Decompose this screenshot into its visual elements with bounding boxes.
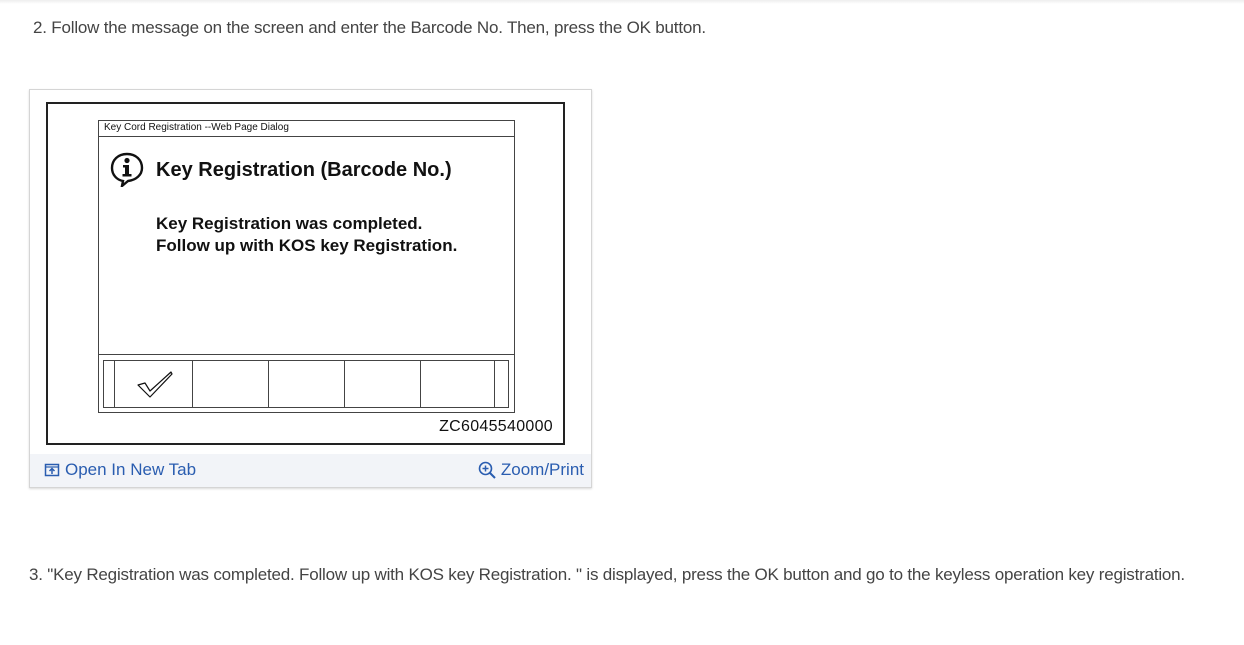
- open-in-new-tab-link[interactable]: Open In New Tab: [44, 460, 196, 480]
- blank-button-5: [421, 361, 495, 407]
- info-icon: [110, 152, 144, 187]
- blank-button-4: [345, 361, 421, 407]
- top-divider: [0, 0, 1244, 4]
- blank-button-3: [269, 361, 345, 407]
- dialog-button-row: [103, 360, 509, 408]
- figure-footer: Open In New Tab Zoom/Print: [30, 454, 591, 487]
- figure-card: Key Cord Registration --Web Page Dialog …: [29, 89, 592, 488]
- key-registration-dialog: Key Cord Registration --Web Page Dialog …: [98, 120, 515, 413]
- figure-code: ZC6045540000: [439, 418, 553, 435]
- zoom-in-icon: [478, 461, 496, 479]
- zoom-print-label: Zoom/Print: [500, 460, 584, 479]
- check-icon: [137, 371, 173, 398]
- message-line-2: Follow up with KOS key Registration.: [156, 236, 458, 255]
- message-line-1: Key Registration was completed.: [156, 214, 423, 233]
- zoom-print-link[interactable]: Zoom/Print: [478, 460, 584, 480]
- open-new-tab-icon: [44, 463, 60, 477]
- step-2-text: 2. Follow the message on the screen and …: [33, 18, 706, 37]
- blank-button-2: [192, 361, 269, 407]
- step-3-text: 3. "Key Registration was completed. Foll…: [29, 565, 1185, 584]
- dialog-heading: Key Registration (Barcode No.): [156, 159, 452, 181]
- dialog-title-bar: Key Cord Registration --Web Page Dialog: [99, 121, 514, 137]
- dialog-title: Key Cord Registration --Web Page Dialog: [104, 122, 289, 133]
- dialog-button-area: [99, 354, 514, 413]
- open-in-new-tab-label: Open In New Tab: [65, 460, 197, 479]
- dialog-message: Key Registration was completed. Follow u…: [156, 213, 457, 257]
- ok-button: [114, 361, 193, 407]
- figure-image: Key Cord Registration --Web Page Dialog …: [46, 102, 565, 445]
